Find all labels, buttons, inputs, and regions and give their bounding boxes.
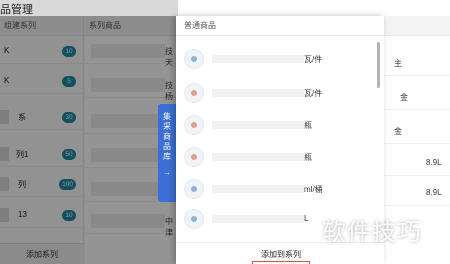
cell-text: 8.9L (426, 188, 442, 197)
panel-goods-row[interactable]: 瓶 (176, 144, 376, 170)
cell-text: 金 (400, 93, 408, 102)
table-row: 金 (384, 84, 450, 110)
cell-text: 主 (394, 59, 402, 68)
panel-goods-row[interactable]: 瓶 (176, 112, 376, 138)
watermark: 软件技巧 (322, 218, 422, 246)
product-thumbnail (184, 209, 204, 229)
product-thumbnail (184, 49, 204, 69)
scrollbar[interactable] (377, 42, 380, 88)
panel-goods-row[interactable]: 瓦/件 (176, 46, 376, 72)
panel-header: 普通商品 (176, 16, 384, 36)
table-row: 8.9L (384, 150, 450, 176)
tab-char: 商 (163, 132, 171, 141)
product-thumbnail (184, 179, 204, 199)
modal-overlay[interactable] (0, 16, 178, 264)
blurred-product-name (212, 89, 304, 97)
blurred-product-name (212, 185, 304, 193)
panel-goods-row[interactable]: ml/桶 (176, 176, 376, 202)
tab-char: 集 (163, 112, 171, 121)
table-row: 金 (384, 118, 450, 144)
cell-text: 金 (394, 127, 402, 136)
tab-char: 品 (163, 142, 171, 151)
product-thumbnail (184, 83, 204, 103)
blurred-product-name (212, 121, 304, 129)
add-to-series-button[interactable]: 添加到系列 (186, 248, 376, 262)
product-spec: 瓦/件 (304, 89, 323, 98)
product-spec: 瓶 (304, 153, 312, 162)
product-spec: L (304, 214, 309, 223)
right-table-header (384, 16, 450, 36)
arrow-right-icon: → (163, 168, 171, 177)
tab-char: 采 (163, 122, 171, 131)
product-spec: ml/桶 (304, 185, 323, 194)
blurred-product-name (212, 153, 304, 161)
tab-char: 库 (163, 152, 171, 161)
product-spec: 瓶 (304, 121, 312, 130)
blurred-product-name (212, 55, 304, 63)
header-dim (0, 0, 178, 16)
collection-goods-tab[interactable]: 集 采 商 品 库 → (158, 104, 176, 202)
table-row: 8.9L (384, 180, 450, 206)
panel-goods-row[interactable]: 瓦/件 (176, 80, 376, 106)
product-thumbnail (184, 115, 204, 135)
cell-text: 8.9L (426, 158, 442, 167)
product-thumbnail (184, 147, 204, 167)
table-row: 主 (384, 50, 450, 76)
product-spec: 瓦/件 (304, 55, 323, 64)
blurred-product-name (212, 215, 304, 223)
